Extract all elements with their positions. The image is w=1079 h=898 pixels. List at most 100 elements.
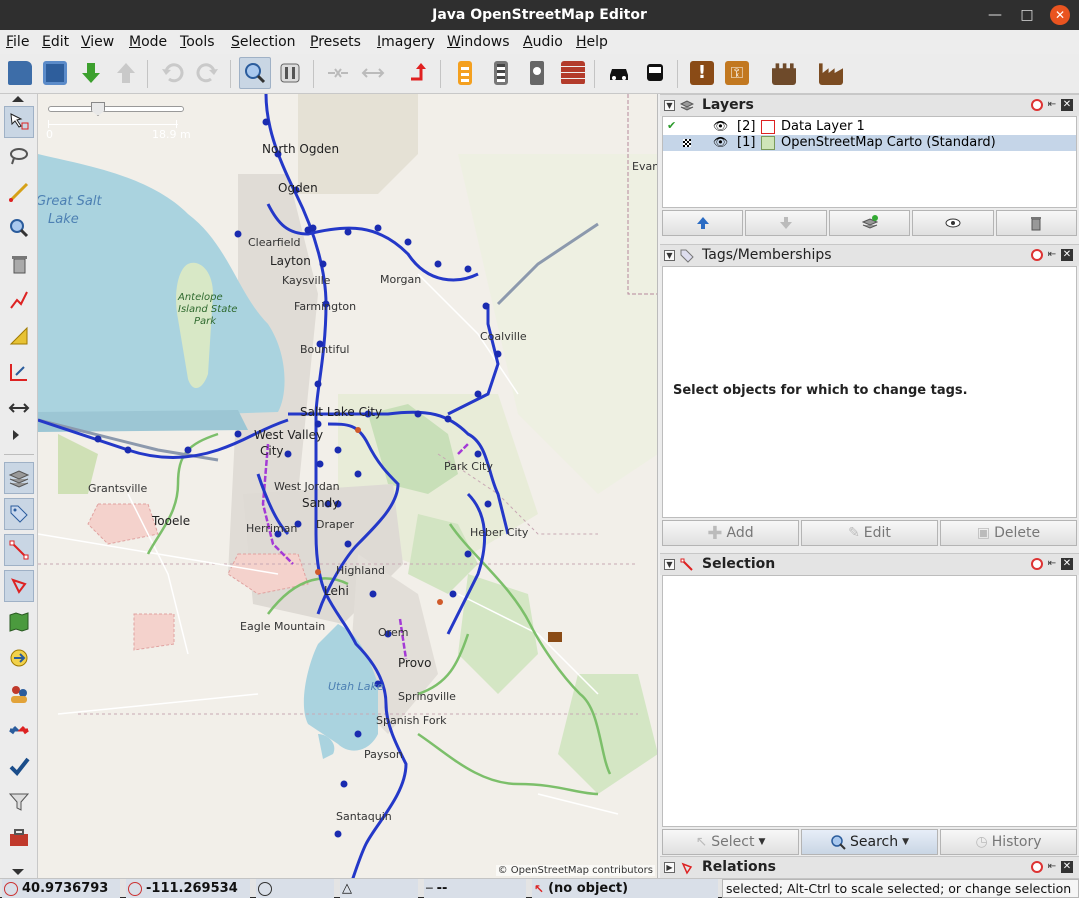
restaurant-preset-button[interactable]: ⚿ <box>721 57 753 89</box>
toggle-relations-panel[interactable] <box>4 570 34 602</box>
collapse-toggle-icon[interactable]: ▼ <box>664 250 675 261</box>
help-icon[interactable] <box>1031 249 1043 261</box>
upload-button[interactable] <box>110 57 142 89</box>
close-icon[interactable]: ✕ <box>1061 99 1073 111</box>
menu-audio[interactable]: Audio <box>523 34 563 50</box>
expand-arrow-icon[interactable] <box>13 430 19 440</box>
castle-preset-button[interactable] <box>768 57 800 89</box>
help-icon[interactable] <box>1031 99 1043 111</box>
toggle-visibility-button[interactable] <box>912 210 994 236</box>
toggle-authors-panel[interactable] <box>4 678 34 710</box>
detach-icon[interactable]: ⇤ <box>1046 249 1058 261</box>
layers-panel-header[interactable]: ▼ Layers ⇤ ✕ <box>660 94 1079 116</box>
close-icon[interactable]: ✕ <box>1061 558 1073 570</box>
scroll-down-arrow-icon[interactable] <box>12 869 24 875</box>
search-button[interactable]: Search ▼ <box>801 829 938 855</box>
reverse-way-button[interactable] <box>403 57 435 89</box>
zoom-slider-track[interactable] <box>48 106 184 112</box>
selection-list[interactable] <box>662 575 1077 827</box>
history-button[interactable]: ◷ History <box>940 829 1077 855</box>
map-attribution[interactable]: © OpenStreetMap contributors <box>495 865 655 876</box>
dropdown-arrow-icon[interactable]: ▼ <box>902 837 909 847</box>
car-preset-button[interactable] <box>603 57 635 89</box>
menu-mode[interactable]: Mode <box>129 34 167 50</box>
layer-row[interactable]: 👁 [1] OpenStreetMap Carto (Standard) <box>663 135 1076 151</box>
scale-bar[interactable]: 0 18.9 m <box>46 100 196 141</box>
close-icon[interactable]: ✕ <box>1061 861 1073 873</box>
parallel-way-tool[interactable] <box>4 320 34 352</box>
open-file-button[interactable] <box>4 57 36 89</box>
expand-toggle-icon[interactable]: ▶ <box>664 862 675 873</box>
split-way-button[interactable] <box>357 57 389 89</box>
wall-preset-button[interactable] <box>557 57 589 89</box>
relations-panel-header[interactable]: ▶ Relations ⇤ ✕ <box>660 856 1079 878</box>
visibility-eye-icon[interactable]: 👁 <box>713 135 728 149</box>
help-icon[interactable] <box>1031 558 1043 570</box>
toggle-conflict-panel[interactable] <box>4 714 34 746</box>
activate-layer-button[interactable] <box>828 210 911 236</box>
map-view[interactable]: 0 18.9 m North Ogden Ogden Great Salt La… <box>38 94 658 878</box>
toggle-map-paint-styles[interactable] <box>4 606 34 638</box>
redo-button[interactable] <box>192 57 224 89</box>
menu-tools[interactable]: Tools <box>180 34 215 50</box>
zoom-button[interactable] <box>239 57 271 89</box>
move-layer-down-button[interactable] <box>745 210 827 236</box>
move-tool[interactable] <box>4 392 34 424</box>
merge-nodes-button[interactable] <box>322 57 354 89</box>
undo-button[interactable] <box>156 57 188 89</box>
menu-selection[interactable]: Selection <box>231 34 296 50</box>
improve-way-tool[interactable] <box>4 284 34 316</box>
draw-tool[interactable] <box>4 176 34 208</box>
collapse-toggle-icon[interactable]: ▼ <box>664 559 675 570</box>
delete-tag-button[interactable]: ▣ Delete <box>940 520 1077 546</box>
dropdown-arrow-icon[interactable]: ▼ <box>759 837 766 847</box>
tags-table[interactable]: Select objects for which to change tags. <box>662 266 1077 518</box>
detach-icon[interactable]: ⇤ <box>1046 558 1058 570</box>
scroll-up-arrow-icon[interactable] <box>12 96 24 102</box>
tags-panel-header[interactable]: ▼ Tags/Memberships ⇤ ✕ <box>660 244 1079 266</box>
menu-windows[interactable]: Windows <box>447 34 510 50</box>
visibility-eye-icon[interactable]: 👁 <box>713 119 728 133</box>
delete-tool[interactable] <box>4 248 34 280</box>
highway-preset-button[interactable] <box>449 57 481 89</box>
toggle-filter-panel[interactable] <box>4 786 34 818</box>
preferences-button[interactable] <box>274 57 306 89</box>
industrial-preset-button[interactable] <box>815 57 847 89</box>
menu-view[interactable]: View <box>81 34 114 50</box>
lasso-tool[interactable] <box>4 140 34 172</box>
toggle-notes-panel[interactable] <box>4 822 34 854</box>
zoom-tool[interactable] <box>4 212 34 244</box>
delete-layer-button[interactable] <box>995 210 1078 236</box>
collapse-toggle-icon[interactable]: ▼ <box>664 100 675 111</box>
maximize-button[interactable]: □ <box>1017 5 1037 25</box>
menu-help[interactable]: Help <box>576 34 608 50</box>
zoom-slider-thumb[interactable] <box>91 102 105 116</box>
layer-row[interactable]: ✔ 👁 [2] Data Layer 1 <box>663 119 1076 135</box>
close-icon[interactable]: ✕ <box>1061 249 1073 261</box>
menu-file[interactable]: File <box>6 34 29 50</box>
bus-preset-button[interactable] <box>639 57 671 89</box>
footway-preset-button[interactable] <box>521 57 553 89</box>
edit-tag-button[interactable]: ✎ Edit <box>801 520 938 546</box>
selection-panel-header[interactable]: ▼ Selection ⇤ ✕ <box>660 553 1079 575</box>
move-layer-up-button[interactable] <box>662 210 744 236</box>
toggle-tags-panel[interactable] <box>4 498 34 530</box>
toggle-layers-panel[interactable] <box>4 462 34 494</box>
track-preset-button[interactable] <box>485 57 517 89</box>
close-button[interactable]: ✕ <box>1050 5 1070 25</box>
menu-imagery[interactable]: Imagery <box>377 34 435 50</box>
add-tag-button[interactable]: ✚ Add <box>662 520 799 546</box>
select-tool[interactable] <box>4 106 34 138</box>
menu-edit[interactable]: Edit <box>42 34 69 50</box>
detach-icon[interactable]: ⇤ <box>1046 99 1058 111</box>
detach-icon[interactable]: ⇤ <box>1046 861 1058 873</box>
menu-presets[interactable]: Presets <box>310 34 361 50</box>
toggle-selection-panel[interactable] <box>4 534 34 566</box>
save-button[interactable] <box>39 57 71 89</box>
help-icon[interactable] <box>1031 861 1043 873</box>
layers-list[interactable]: ✔ 👁 [2] Data Layer 1 👁 [1] OpenStreetMap… <box>662 116 1077 208</box>
toggle-validation-panel[interactable] <box>4 750 34 782</box>
select-button[interactable]: ↖ Select ▼ <box>662 829 799 855</box>
extrude-tool[interactable] <box>4 356 34 388</box>
toggle-command-stack[interactable] <box>4 642 34 674</box>
